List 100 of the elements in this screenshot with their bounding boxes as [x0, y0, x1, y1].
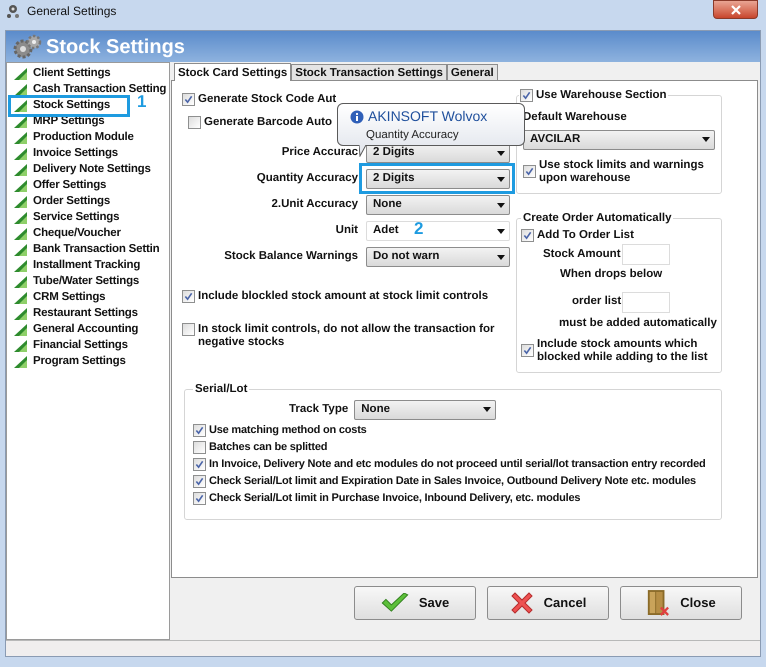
triangle-icon: [14, 196, 27, 208]
field-label: 2.Unit Accuracy: [272, 197, 358, 212]
sidebar-item[interactable]: Order Settings: [14, 195, 110, 209]
triangle-icon: [14, 228, 27, 240]
annotation-number: 2: [414, 220, 424, 237]
triangle-icon: [14, 292, 27, 304]
button[interactable]: Cancel: [487, 586, 609, 620]
sidebar-item[interactable]: Program Settings: [14, 355, 126, 369]
dropdown[interactable]: None: [366, 195, 510, 215]
triangle-icon: [14, 84, 27, 96]
triangle-icon: [14, 132, 27, 144]
checkbox[interactable]: [521, 228, 534, 242]
field-label: must be added automatically: [559, 316, 717, 331]
triangle-icon: [14, 356, 27, 368]
info-icon: [350, 110, 364, 124]
sidebar-item[interactable]: Tube/Water Settings: [14, 275, 140, 289]
triangle-icon: [14, 340, 27, 352]
field-label: Price Accurac: [282, 145, 358, 160]
gears-icon: [5, 3, 21, 19]
sidebar-item[interactable]: Delivery Note Settings: [14, 163, 151, 177]
checkbox[interactable]: [193, 458, 206, 470]
sidebar-item[interactable]: Restaurant Settings: [14, 307, 138, 321]
caret-icon: [702, 137, 710, 142]
checkbox-label: Generate Barcode Auto: [204, 116, 332, 129]
close-button[interactable]: [713, 0, 758, 19]
button[interactable]: Save: [354, 586, 476, 620]
sidebar-item[interactable]: Production Module: [14, 131, 134, 145]
checkbox-label: Add To Order List: [537, 228, 634, 242]
input-field[interactable]: [622, 292, 670, 312]
checkbox-label: Batches can be splitted: [209, 440, 328, 454]
window-title: General Settings: [27, 3, 116, 20]
checkbox[interactable]: [193, 492, 206, 504]
field-label: Track Type: [289, 402, 348, 417]
caret-icon: [497, 254, 505, 260]
checkbox-label: Generate Stock Code Aut: [198, 93, 336, 106]
input-field[interactable]: [622, 244, 670, 266]
cross-icon: [510, 591, 534, 615]
triangle-icon: [14, 116, 27, 128]
checkbox-label: Use Warehouse Section: [536, 88, 667, 103]
header-title: Stock Settings: [46, 34, 185, 60]
sidebar-item[interactable]: Bank Transaction Settin: [14, 243, 160, 257]
sidebar-item[interactable]: General Accounting: [14, 323, 138, 337]
field-label: Stock Amount: [543, 247, 621, 262]
triangle-icon: [14, 148, 27, 160]
group-title: Create Order Automatically: [522, 210, 672, 226]
checkbox[interactable]: [520, 89, 533, 102]
checkbox[interactable]: [193, 440, 206, 454]
checkbox-label: Include stock amounts which blocked while adding to the list: [537, 338, 709, 364]
sidebar-item[interactable]: Installment Tracking: [14, 259, 140, 273]
caret-icon: [497, 176, 505, 182]
sidebar-item[interactable]: Client Settings: [14, 67, 111, 81]
checkbox[interactable]: [193, 474, 206, 488]
checkbox[interactable]: [193, 424, 206, 436]
tab[interactable]: Stock Transaction Settings: [291, 64, 447, 80]
triangle-icon: [14, 100, 27, 112]
field-label: Quantity Accuracy: [256, 171, 358, 186]
checkbox-label: In Invoice, Delivery Note and etc modules do not proceed until serial/lot transaction entry recorded: [209, 458, 706, 470]
triangle-icon: [14, 276, 27, 288]
tab[interactable]: Stock Card Settings: [174, 63, 292, 81]
triangle-icon: [14, 308, 27, 320]
checkbox-label: Use stock limits and warnings upon warehouse: [539, 158, 705, 184]
triangle-icon: [14, 212, 27, 224]
field-label: When drops below: [560, 266, 662, 282]
checkbox[interactable]: [523, 164, 536, 178]
checkbox-label: In stock limit controls, do not allow the transaction for negative stocks: [198, 323, 496, 349]
sidebar-item[interactable]: Cheque/Voucher: [14, 227, 121, 241]
gears-icon: [12, 34, 42, 60]
field-label: Stock Balance Warnings: [224, 249, 358, 264]
triangle-icon: [14, 164, 27, 176]
tab[interactable]: General: [446, 64, 498, 80]
triangle-icon: [14, 180, 27, 192]
sidebar-item[interactable]: Invoice Settings: [14, 147, 118, 161]
sidebar-item[interactable]: Stock Settings: [14, 99, 110, 113]
checkbox[interactable]: [182, 290, 195, 303]
checkbox[interactable]: [188, 116, 201, 129]
tooltip-text: Quantity Accuracy: [365, 128, 459, 143]
triangle-icon: [14, 260, 27, 272]
checkbox[interactable]: [182, 323, 195, 336]
dropdown[interactable]: 2 Digits: [366, 169, 510, 189]
checkbox-label: Check Serial/Lot limit and Expiration Date in Sales Invoice, Outbound Delivery Note etc. modules: [209, 474, 696, 488]
caret-icon: [497, 228, 505, 234]
group-title: Serial/Lot: [194, 382, 248, 398]
caret-icon: [497, 150, 505, 156]
checkbox-label: Use matching method on costs: [209, 424, 367, 436]
sidebar-item[interactable]: CRM Settings: [14, 291, 106, 305]
dropdown[interactable]: None: [354, 400, 496, 420]
field-label: order list: [572, 294, 622, 310]
door-icon: [646, 588, 670, 618]
checkbox[interactable]: [521, 344, 534, 358]
caret-icon: [497, 202, 505, 208]
button[interactable]: Close: [620, 586, 742, 620]
dropdown[interactable]: Do not warn: [366, 247, 510, 267]
sidebar-item[interactable]: Offer Settings: [14, 179, 106, 193]
tooltip-title: AKINSOFT Wolvox: [368, 107, 488, 126]
checkbox[interactable]: [182, 93, 195, 106]
dropdown[interactable]: AVCILAR: [523, 130, 715, 150]
checkbox-label: Check Serial/Lot limit in Purchase Invoice, Inbound Delivery, etc. modules: [209, 492, 580, 504]
sidebar-item[interactable]: Financial Settings: [14, 339, 128, 353]
checkbox-label: Include blockled stock amount at stock limit controls: [198, 290, 488, 303]
sidebar-item[interactable]: Service Settings: [14, 211, 120, 225]
